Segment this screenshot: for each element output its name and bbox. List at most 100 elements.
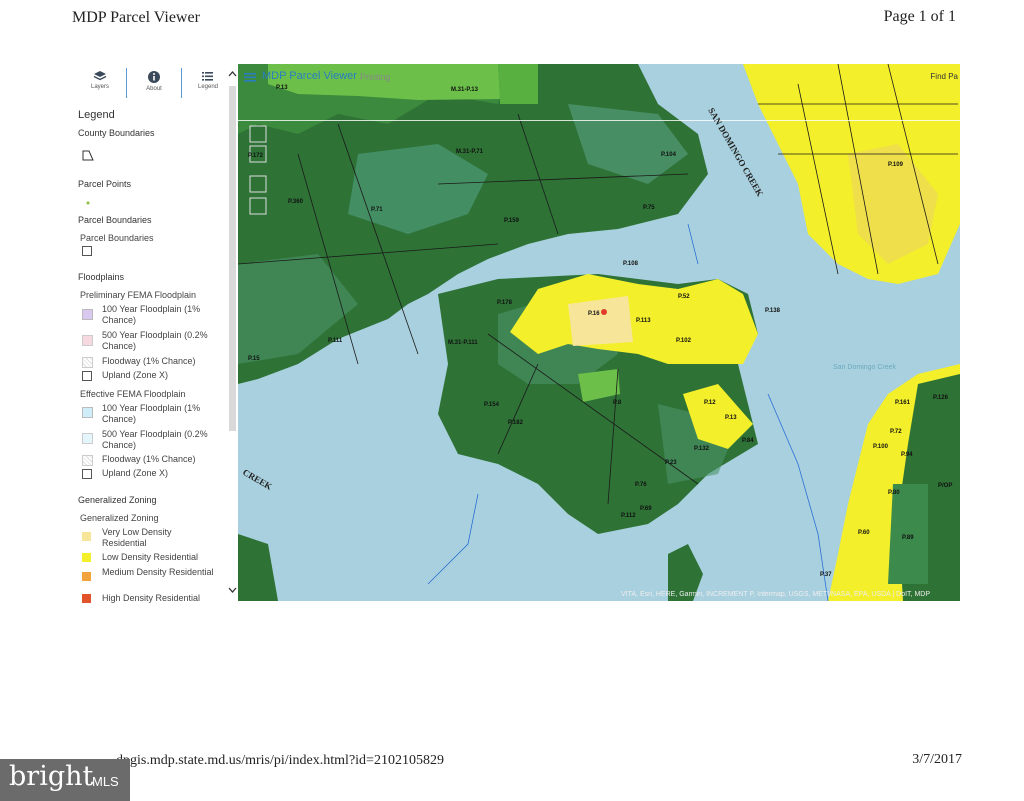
- zoning-medium-label: Medium Density Residential: [102, 567, 214, 577]
- legend-scrollbar[interactable]: [228, 70, 237, 598]
- menu-icon[interactable]: [244, 72, 256, 82]
- zoning-low-label: Low Density Residential: [102, 552, 199, 562]
- parcel-label: P.52: [678, 294, 690, 300]
- legend-label: Legend: [197, 84, 219, 90]
- floodplains-heading: Floodplains: [78, 272, 125, 282]
- brand-wordmark: bright: [9, 761, 94, 792]
- parcel-label: P.84: [742, 438, 754, 444]
- parcel-label: P.111: [328, 338, 343, 344]
- parcel-boundaries-label: Parcel Boundaries: [80, 233, 154, 243]
- location-marker-icon: [601, 309, 607, 315]
- parcel-label: P.178: [497, 300, 513, 306]
- effective-upland-label: Upland (Zone X): [102, 468, 169, 478]
- bright-mls-logo: bright MLS: [0, 759, 130, 801]
- zoning-very-low-label: Very Low Density Residential: [102, 527, 172, 548]
- parcel-label: P.109: [888, 162, 904, 168]
- scrollbar-thumb[interactable]: [229, 86, 236, 431]
- legend-heading: Legend: [78, 109, 115, 121]
- parcel-label: P.60: [858, 530, 870, 536]
- find-parcel-link[interactable]: Find Pa: [930, 72, 958, 81]
- parcel-label: P.72: [890, 429, 902, 435]
- page-title: MDP Parcel Viewer: [72, 9, 200, 26]
- parcel-label: P.113: [636, 318, 651, 324]
- prelim-500yr-label: 500 Year Floodplain (0.2% Chance): [102, 330, 208, 351]
- parcel-label: P.71: [371, 207, 383, 213]
- effective-100yr-swatch: [82, 407, 93, 418]
- list-icon: [202, 72, 213, 81]
- parcel-label: P.13: [725, 415, 737, 421]
- parcel-boundaries-heading: Parcel Boundaries: [78, 215, 152, 225]
- parcel-label: P.138: [765, 308, 781, 314]
- parcel-label: P.69: [640, 506, 652, 512]
- footer-url: dpgis.mdp.state.md.us/mris/pi/index.html…: [116, 753, 444, 768]
- county-boundary-symbol-icon: [82, 150, 94, 161]
- parcel-label: P.108: [623, 261, 639, 267]
- parcel-points-heading: Parcel Points: [78, 179, 132, 189]
- printing-link[interactable]: Printing: [360, 72, 391, 82]
- parcel-label: P.102: [676, 338, 692, 344]
- parcel-label: P/OP: [938, 483, 952, 489]
- parcel-point-symbol-icon: [86, 201, 90, 205]
- prelim-upland-swatch: [82, 371, 92, 381]
- parcel-label: P.76: [635, 482, 647, 488]
- zoning-very-low-swatch: [82, 532, 91, 541]
- parcel-label: P.94: [901, 452, 913, 458]
- parcel-label: P.15: [248, 356, 260, 362]
- zoning-subheading: Generalized Zoning: [80, 513, 159, 523]
- about-label: About: [146, 86, 162, 92]
- effective-100yr-label: 100 Year Floodplain (1% Chance): [102, 403, 201, 424]
- zoning-heading: Generalized Zoning: [78, 495, 157, 505]
- parcel-label: P.132: [694, 446, 710, 452]
- zoning-medium-swatch: [82, 572, 91, 581]
- parcel-label: P.23: [665, 460, 677, 466]
- effective-floodway-swatch: [82, 455, 93, 466]
- parcel-label: P.172: [248, 153, 264, 159]
- parcel-label: P.100: [873, 444, 889, 450]
- effective-floodway-label: Floodway (1% Chance): [102, 454, 196, 464]
- map-view[interactable]: P.13 M.31-P.13 M.31-P.71 P.104 P.172 P.7…: [238, 64, 960, 601]
- parcel-boundary-swatch: [82, 246, 92, 256]
- prelim-500yr-swatch: [82, 335, 93, 346]
- prelim-floodway-label: Floodway (1% Chance): [102, 356, 196, 366]
- parcel-label: P.13: [276, 85, 288, 91]
- page-number: Page 1 of 1: [883, 8, 956, 25]
- parcel-label: P.16: [588, 311, 600, 317]
- parcel-label: P.126: [933, 395, 949, 401]
- layers-label: Layers: [90, 84, 109, 90]
- toolbar-divider: [126, 68, 127, 98]
- prelim-floodplain-heading: Preliminary FEMA Floodplain: [80, 290, 197, 300]
- parcel-label: M.31-P.111: [448, 340, 478, 346]
- chevron-down-icon[interactable]: [228, 586, 237, 595]
- parcel-label: P.12: [704, 400, 716, 406]
- layers-button[interactable]: Layers: [78, 68, 122, 90]
- footer-date: 3/7/2017: [912, 752, 962, 767]
- parcel-label: P.104: [661, 152, 677, 158]
- legend-panel: Legend County Boundaries Parcel Points P…: [78, 104, 228, 604]
- parcel-label: P.80: [888, 490, 900, 496]
- info-icon: [148, 71, 160, 83]
- map-canvas[interactable]: P.13 M.31-P.13 M.31-P.71 P.104 P.172 P.7…: [238, 64, 960, 601]
- legend-button[interactable]: Legend: [186, 68, 230, 90]
- parcel-label: P.161: [895, 400, 911, 406]
- parcel-label: P.360: [288, 199, 304, 205]
- zoning-low-swatch: [82, 553, 91, 562]
- zoning-high-swatch: [82, 594, 91, 603]
- parcel-label: P.75: [643, 205, 655, 211]
- parcel-label: P.182: [508, 420, 524, 426]
- about-button[interactable]: About: [132, 68, 176, 92]
- prelim-100yr-swatch: [82, 309, 93, 320]
- effective-500yr-swatch: [82, 433, 93, 444]
- parcel-label: P.154: [484, 402, 500, 408]
- mls-wordmark: MLS: [92, 774, 119, 789]
- toolbar-divider: [181, 68, 182, 98]
- prelim-upland-label: Upland (Zone X): [102, 370, 169, 380]
- chevron-up-icon[interactable]: [228, 70, 237, 79]
- effective-floodplain-heading: Effective FEMA Floodplain: [80, 389, 186, 399]
- panel-toolbar: Layers About Legend: [78, 68, 236, 100]
- map-attribution: VITA, Esri, HERE, Garmin, INCREMENT P, I…: [621, 591, 930, 598]
- layers-icon: [93, 71, 107, 81]
- parcel-label: P.37: [820, 572, 832, 578]
- effective-500yr-label: 500 Year Floodplain (0.2% Chance): [102, 429, 208, 450]
- creek-label: San Domingo Creek: [833, 364, 897, 371]
- parcel-label: P.159: [504, 218, 520, 224]
